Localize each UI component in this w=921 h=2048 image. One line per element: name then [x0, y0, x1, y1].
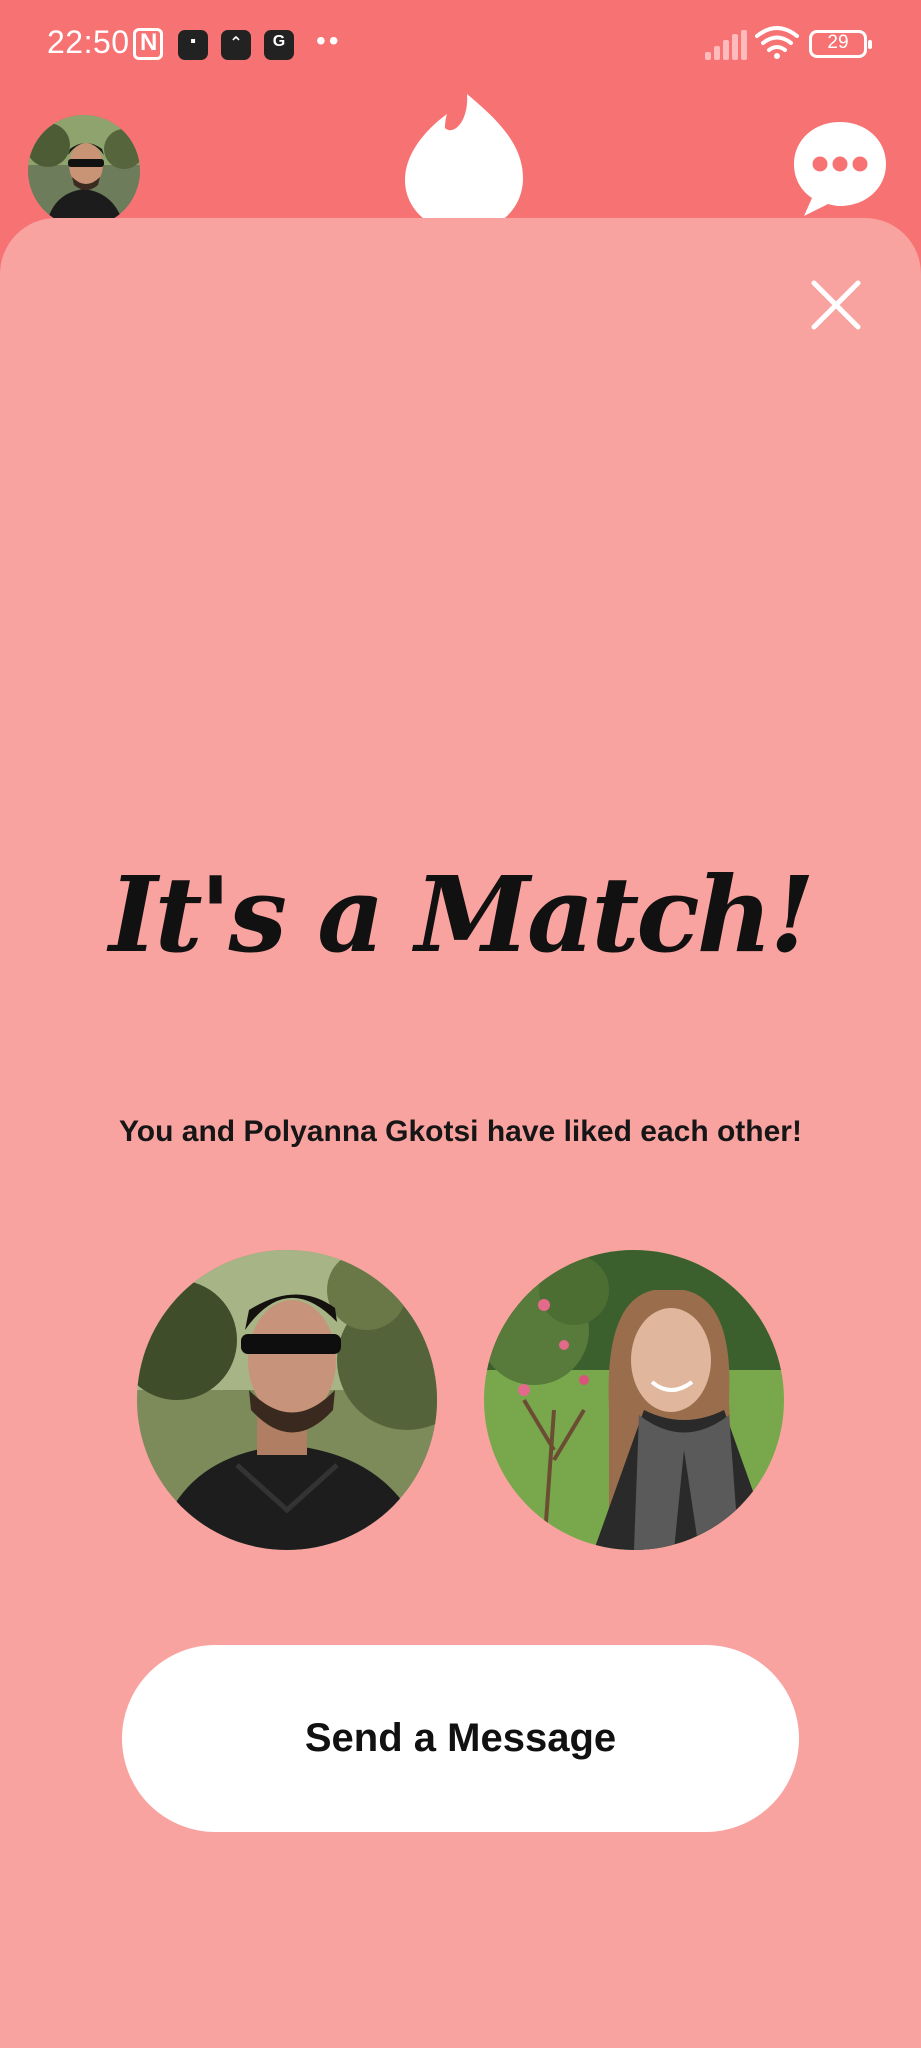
match-profile-photo: [484, 1250, 784, 1550]
avatar: [28, 115, 140, 227]
chat-bubble-icon[interactable]: [790, 118, 890, 218]
close-icon: [811, 280, 861, 330]
my-profile-photo: [137, 1250, 437, 1550]
status-bar: 22:50 ▪ ⌃ G •• 29: [0, 0, 921, 90]
signal-icon: [705, 30, 747, 60]
flame-icon[interactable]: [405, 92, 523, 232]
battery-level: 29: [827, 32, 849, 53]
profile-avatar-button[interactable]: [28, 115, 140, 227]
match-title: It's a Match!: [108, 853, 815, 976]
more-notifications-indicator: ••: [316, 25, 342, 56]
wifi-icon: [755, 26, 799, 59]
match-subtitle: You and Polyanna Gkotsi have liked each …: [119, 1115, 802, 1148]
status-time: 22:50: [47, 24, 130, 60]
send-message-button[interactable]: Send a Message: [122, 1645, 799, 1832]
clock-app-icon: ⌃: [221, 30, 251, 60]
close-button[interactable]: [806, 275, 866, 335]
battery-icon: 29: [809, 30, 872, 58]
google-app-icon: G: [264, 30, 294, 60]
message-app-icon: ▪: [178, 30, 208, 60]
nfc-icon: [133, 28, 163, 60]
